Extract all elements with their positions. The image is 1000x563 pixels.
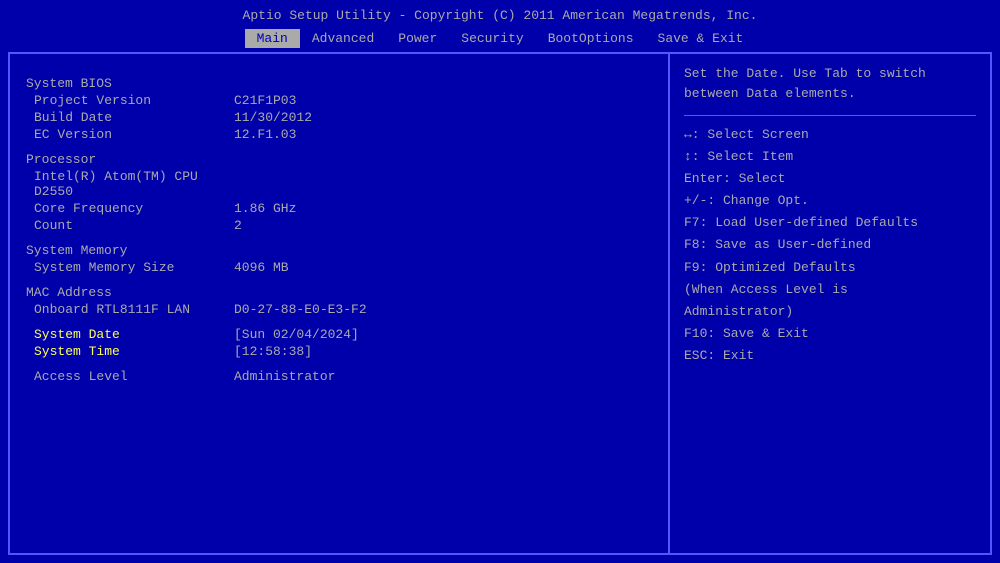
mac-address-section: MAC Address [26, 285, 652, 300]
onboard-lan-label: Onboard RTL8111F LAN [34, 302, 234, 317]
cpu-label: Intel(R) Atom(TM) CPU D2550 [34, 169, 234, 199]
build-date-label: Build Date [34, 110, 234, 125]
bios-screen: Aptio Setup Utility - Copyright (C) 2011… [0, 0, 1000, 563]
system-time-label: System Time [34, 344, 234, 359]
key-f9: F9: Optimized Defaults [684, 257, 976, 279]
key-f8: F8: Save as User-defined [684, 234, 976, 256]
menu-item-advanced[interactable]: Advanced [300, 29, 386, 48]
key-select-screen: ↔: Select Screen [684, 124, 976, 146]
access-level-value: Administrator [234, 369, 335, 384]
project-version-row: Project Version C21F1P03 [26, 93, 652, 108]
core-freq-row: Core Frequency 1.86 GHz [26, 201, 652, 216]
core-freq-value: 1.86 GHz [234, 201, 296, 216]
right-panel: Set the Date. Use Tab to switch between … [670, 54, 990, 553]
key-change-opt: +/-: Change Opt. [684, 190, 976, 212]
menu-item-bootoptions[interactable]: BootOptions [536, 29, 646, 48]
project-version-label: Project Version [34, 93, 234, 108]
system-date-row[interactable]: System Date [Sun 02/04/2024] [26, 327, 652, 342]
processor-section: Processor [26, 152, 652, 167]
build-date-value: 11/30/2012 [234, 110, 312, 125]
onboard-lan-value: D0-27-88-E0-E3-F2 [234, 302, 367, 317]
key-f9-note1: (When Access Level is [684, 279, 976, 301]
system-date-label: System Date [34, 327, 234, 342]
menu-item-save-exit[interactable]: Save & Exit [646, 29, 756, 48]
title-bar: Aptio Setup Utility - Copyright (C) 2011… [0, 0, 1000, 27]
count-row: Count 2 [26, 218, 652, 233]
memory-size-label: System Memory Size [34, 260, 234, 275]
access-level-label: Access Level [34, 369, 234, 384]
system-memory-section: System Memory [26, 243, 652, 258]
menu-bar[interactable]: Main Advanced Power Security BootOptions… [0, 27, 1000, 52]
menu-item-main[interactable]: Main [245, 29, 300, 48]
content-area: System BIOS Project Version C21F1P03 Bui… [8, 52, 992, 555]
memory-size-row: System Memory Size 4096 MB [26, 260, 652, 275]
ec-version-value: 12.F1.03 [234, 127, 296, 142]
title-text: Aptio Setup Utility - Copyright (C) 2011… [243, 8, 758, 23]
key-f7: F7: Load User-defined Defaults [684, 212, 976, 234]
hint-text: Set the Date. Use Tab to switch between … [684, 64, 976, 103]
count-label: Count [34, 218, 234, 233]
build-date-row: Build Date 11/30/2012 [26, 110, 652, 125]
system-time-row[interactable]: System Time [12:58:38] [26, 344, 652, 359]
system-bios-section: System BIOS [26, 76, 652, 91]
system-time-value[interactable]: [12:58:38] [234, 344, 312, 359]
onboard-lan-row: Onboard RTL8111F LAN D0-27-88-E0-E3-F2 [26, 302, 652, 317]
memory-size-value: 4096 MB [234, 260, 289, 275]
key-f10: F10: Save & Exit [684, 323, 976, 345]
left-panel: System BIOS Project Version C21F1P03 Bui… [10, 54, 670, 553]
menu-item-security[interactable]: Security [449, 29, 535, 48]
key-esc: ESC: Exit [684, 345, 976, 367]
access-level-row: Access Level Administrator [26, 369, 652, 384]
key-help: ↔: Select Screen ↕: Select Item Enter: S… [684, 124, 976, 367]
key-enter: Enter: Select [684, 168, 976, 190]
system-date-value[interactable]: [Sun 02/04/2024] [234, 327, 359, 342]
project-version-value: C21F1P03 [234, 93, 296, 108]
menu-item-power[interactable]: Power [386, 29, 449, 48]
cpu-row: Intel(R) Atom(TM) CPU D2550 [26, 169, 652, 199]
count-value: 2 [234, 218, 242, 233]
key-f9-note2: Administrator) [684, 301, 976, 323]
ec-version-label: EC Version [34, 127, 234, 142]
right-divider [684, 115, 976, 116]
key-select-item: ↕: Select Item [684, 146, 976, 168]
core-freq-label: Core Frequency [34, 201, 234, 216]
ec-version-row: EC Version 12.F1.03 [26, 127, 652, 142]
